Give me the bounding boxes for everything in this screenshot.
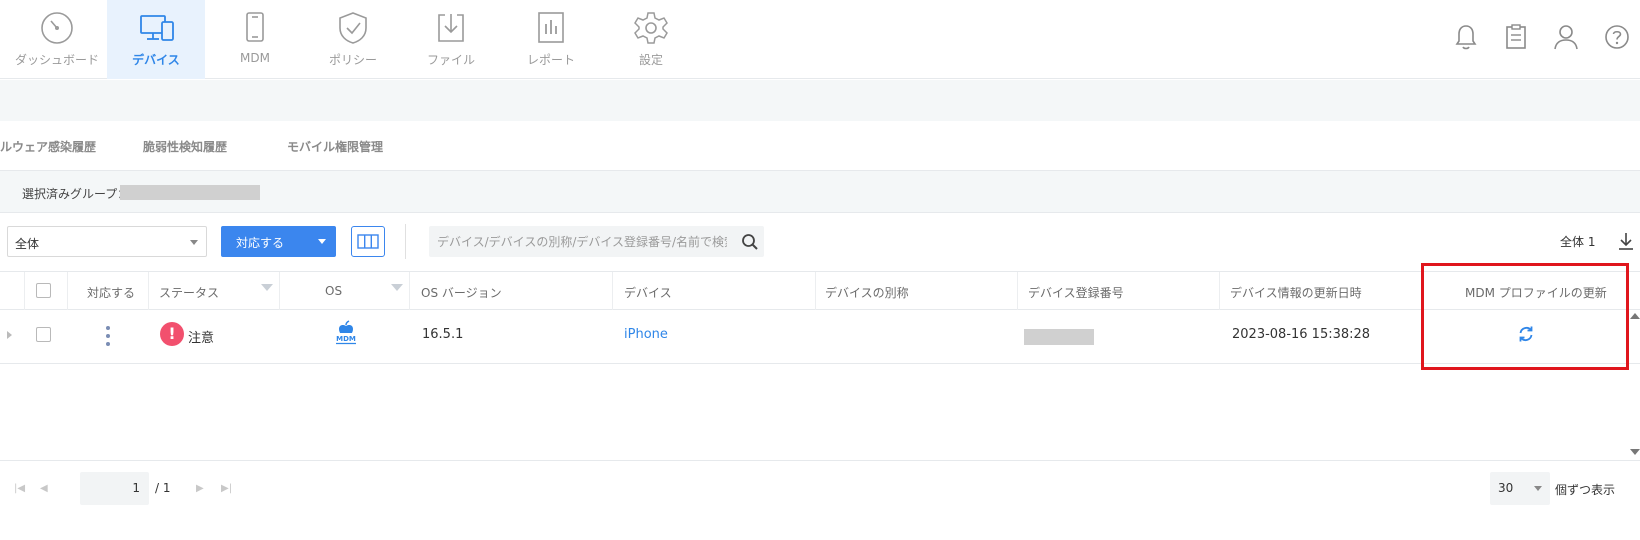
top-navigation: ダッシュボード デバイス MDM ポリシー ファイル レポート 設定 <box>0 0 1640 79</box>
column-header-device[interactable]: デバイス <box>613 272 816 310</box>
shield-check-icon <box>339 12 367 44</box>
selected-group-label: 選択済みグループ： <box>22 187 130 201</box>
column-header-registration-number[interactable]: デバイス登録番号 <box>1018 272 1220 310</box>
toolbar-divider <box>405 224 406 259</box>
monitor-icon <box>140 15 174 41</box>
nav-item-devices[interactable]: デバイス <box>107 0 205 79</box>
filter-select[interactable]: 全体 <box>7 226 207 257</box>
column-header-action: 対応する <box>68 272 149 310</box>
column-header-label: OS バージョン <box>421 286 502 300</box>
nav-label: ダッシュボード <box>14 53 99 67</box>
nav-label: レポート <box>526 53 575 67</box>
column-header-status[interactable]: ステータス <box>149 272 280 310</box>
tab-vulnerability-history[interactable]: 脆弱性検知履歴 <box>143 138 227 155</box>
action-button-label: 対応する <box>236 236 285 250</box>
os-version-cell: 16.5.1 <box>422 327 464 342</box>
search-box <box>429 226 764 257</box>
nav-item-reports[interactable]: レポート <box>501 0 601 79</box>
sub-tabs: ルウェア感染履歴 脆弱性検知履歴 モバイル権限管理 <box>0 121 1640 171</box>
updated-at-cell: 2023-08-16 15:38:28 <box>1232 327 1371 342</box>
tab-malware-history[interactable]: ルウェア感染履歴 <box>0 138 96 155</box>
column-header-label: ステータス <box>159 286 220 300</box>
columns-icon <box>357 234 379 249</box>
status-text: 注意 <box>188 331 215 346</box>
last-page-icon[interactable]: ▶| <box>221 483 232 494</box>
clipboard-icon[interactable] <box>1502 23 1530 51</box>
gear-icon <box>634 12 668 44</box>
select-all-column <box>25 272 68 310</box>
nav-label: デバイス <box>132 53 180 67</box>
column-header-label: デバイス <box>624 286 672 300</box>
redacted-registration-number <box>1024 329 1094 345</box>
first-page-icon[interactable]: |◀ <box>14 483 25 494</box>
per-page-value: 30 <box>1498 481 1514 495</box>
page-number-input[interactable]: 1 <box>80 472 149 505</box>
redacted-group-name <box>120 185 260 200</box>
column-header-os[interactable]: OS <box>280 272 410 310</box>
filter-select-value: 全体 <box>15 237 40 251</box>
user-icon[interactable] <box>1552 23 1580 51</box>
scroll-up-icon[interactable] <box>1630 313 1640 319</box>
total-count: 全体 1 <box>1560 235 1596 249</box>
action-dropdown-button[interactable]: 対応する <box>221 226 336 257</box>
more-actions-icon[interactable] <box>106 326 110 348</box>
mdm-ios-badge-icon: MDM <box>335 320 357 345</box>
help-icon[interactable] <box>1603 23 1631 51</box>
column-header-updated-at[interactable]: デバイス情報の更新日時 <box>1220 272 1422 310</box>
download-box-icon <box>438 14 464 42</box>
column-header-label: デバイス情報の更新日時 <box>1230 286 1362 300</box>
download-icon[interactable] <box>1618 232 1634 250</box>
current-page: 1 <box>132 481 140 495</box>
per-page-select[interactable]: 30 <box>1490 472 1550 505</box>
mdm-badge-label: MDM <box>336 335 356 343</box>
column-header-label: 対応する <box>87 286 136 300</box>
chevron-down-icon <box>190 240 198 245</box>
nav-item-files[interactable]: ファイル <box>401 0 501 79</box>
nav-label: ポリシー <box>328 53 377 67</box>
expand-row-icon[interactable] <box>7 331 12 339</box>
report-chart-icon <box>538 12 564 43</box>
total-pages: / 1 <box>155 481 171 495</box>
nav-item-policy[interactable]: ポリシー <box>303 0 403 79</box>
table-header: 対応する ステータス OS OS バージョン デバイス デバイスの別称 デバイス… <box>0 271 1640 310</box>
search-icon[interactable] <box>741 233 759 251</box>
nav-label: 設定 <box>638 53 663 67</box>
table-row[interactable]: ! 注意 MDM 16.5.1 iPhone 2023-08-16 15:38:… <box>0 310 1640 364</box>
nav-label: MDM <box>240 51 270 65</box>
chevron-down-icon <box>1534 486 1542 491</box>
phone-icon <box>246 12 264 42</box>
column-settings-button[interactable] <box>351 226 385 257</box>
column-header-label: デバイスの別称 <box>825 286 909 300</box>
scroll-down-icon[interactable] <box>1630 449 1640 455</box>
chevron-down-icon <box>318 239 326 244</box>
row-checkbox[interactable] <box>36 327 51 342</box>
bell-icon[interactable] <box>1452 23 1480 51</box>
per-page-label: 個ずつ表示 <box>1555 483 1616 497</box>
nav-item-dashboard[interactable]: ダッシュボード <box>7 0 107 79</box>
column-header-alias[interactable]: デバイスの別称 <box>816 272 1018 310</box>
gauge-icon <box>41 12 73 44</box>
tab-mobile-permissions[interactable]: モバイル権限管理 <box>287 138 383 155</box>
column-header-label: デバイス登録番号 <box>1028 286 1124 300</box>
nav-item-settings[interactable]: 設定 <box>601 0 701 79</box>
filter-icon[interactable] <box>261 284 273 291</box>
search-input[interactable] <box>437 232 727 251</box>
next-page-icon[interactable]: ▶ <box>196 483 204 494</box>
column-header-label: OS <box>325 284 343 298</box>
filter-icon[interactable] <box>391 284 403 291</box>
nav-item-mdm[interactable]: MDM <box>205 0 305 79</box>
prev-page-icon[interactable]: ◀ <box>40 483 48 494</box>
warning-status-icon: ! <box>160 322 184 346</box>
column-header-os-version[interactable]: OS バージョン <box>410 272 613 310</box>
expand-column-header <box>0 272 25 310</box>
selected-group-bar: 選択済みグループ： <box>0 171 1640 213</box>
device-link[interactable]: iPhone <box>624 327 668 342</box>
select-all-checkbox[interactable] <box>36 283 51 298</box>
table-bottom-border <box>0 460 1640 461</box>
page-header-band <box>0 80 1640 121</box>
highlight-box <box>1421 263 1629 370</box>
nav-label: ファイル <box>426 53 475 67</box>
